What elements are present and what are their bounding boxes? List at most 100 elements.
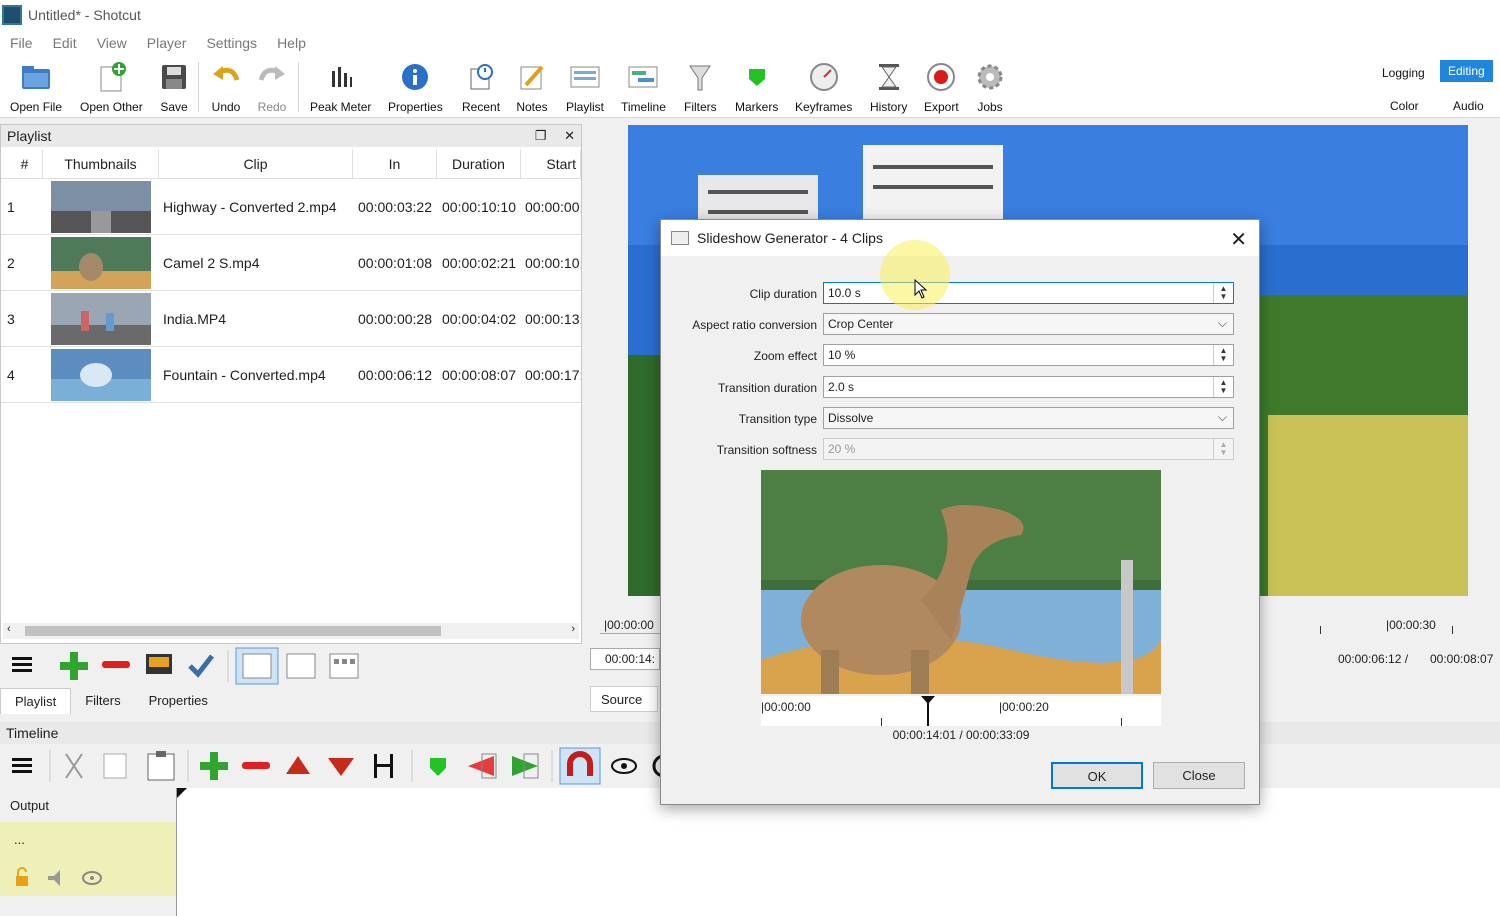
undo-button[interactable]: Undo xyxy=(210,60,242,114)
menu-settings[interactable]: Settings xyxy=(196,35,267,51)
markers-button[interactable]: Markers xyxy=(735,60,778,114)
tab-filters[interactable]: Filters xyxy=(71,688,134,714)
float-panel-icon[interactable]: ❐ xyxy=(535,128,547,143)
split-icon[interactable] xyxy=(374,754,393,778)
lift-icon[interactable] xyxy=(286,756,310,774)
remove-icon[interactable] xyxy=(102,661,130,668)
next-marker-icon[interactable] xyxy=(512,753,539,779)
redo-button[interactable]: Redo xyxy=(256,60,288,114)
player-ruler-left[interactable]: |00:00:00 xyxy=(600,608,660,634)
playlist-horizontal-scrollbar[interactable]: ‹ › xyxy=(3,623,579,639)
transition-softness-label: Transition softness xyxy=(716,443,817,457)
preview-playhead-icon[interactable] xyxy=(921,696,935,726)
open-other-button[interactable]: Open Other xyxy=(80,60,143,114)
close-button[interactable]: Close xyxy=(1153,762,1245,789)
playhead-icon[interactable] xyxy=(177,788,197,808)
menu-icon[interactable] xyxy=(12,657,32,672)
list-view-icon[interactable] xyxy=(286,653,316,679)
scroll-left-icon[interactable]: ‹ xyxy=(7,623,11,635)
detail-view-icon[interactable] xyxy=(235,647,279,685)
hide-eye-icon[interactable] xyxy=(82,871,102,885)
notes-button[interactable]: Notes xyxy=(516,60,548,114)
layout-audio[interactable]: Audio xyxy=(1453,99,1484,113)
menu-player[interactable]: Player xyxy=(137,35,197,51)
cut-icon[interactable] xyxy=(65,753,83,779)
transition-duration-spinbox[interactable]: 2.0 s ▲ ▼ xyxy=(823,376,1234,398)
spinner-arrows-icon[interactable]: ▲ ▼ xyxy=(1213,377,1233,397)
column-header-thumbnails[interactable]: Thumbnails xyxy=(43,149,159,178)
column-header-clip[interactable]: Clip xyxy=(159,149,353,178)
layout-color[interactable]: Color xyxy=(1390,99,1419,113)
add-icon[interactable] xyxy=(60,652,88,680)
snap-magnet-icon[interactable] xyxy=(559,747,601,785)
tab-properties[interactable]: Properties xyxy=(135,688,222,714)
aspect-ratio-dropdown[interactable]: Crop Center ⌵ xyxy=(823,313,1234,335)
menu-edit[interactable]: Edit xyxy=(43,35,87,51)
timeline-tracks-area[interactable] xyxy=(176,788,1500,916)
dialog-window-icon xyxy=(671,231,689,245)
peak-meter-button[interactable]: Peak Meter xyxy=(310,60,371,114)
spinner-arrows-icon[interactable]: ▲ ▼ xyxy=(1213,283,1233,303)
keyframes-button[interactable]: Keyframes xyxy=(795,60,852,114)
timeline-menu-icon[interactable] xyxy=(12,758,32,773)
close-icon[interactable]: ✕ xyxy=(1230,227,1247,252)
table-row[interactable]: 3 India.MP4 00:00:00:28 00:00:04:02 00:0… xyxy=(1,291,581,347)
update-thumbnail-icon[interactable] xyxy=(146,654,172,674)
scrub-eye-icon[interactable] xyxy=(611,758,637,774)
playlist-button[interactable]: Playlist xyxy=(566,60,604,114)
grid-view-icon[interactable] xyxy=(329,653,359,679)
track-menu[interactable]: ... xyxy=(14,832,25,847)
zoom-effect-spinbox[interactable]: 10 % ▲ ▼ xyxy=(823,344,1234,366)
table-row[interactable]: 4 Fountain - Converted.mp4 00:00:06:12 0… xyxy=(1,347,581,403)
ripple-delete-icon[interactable] xyxy=(242,762,270,769)
layout-logging[interactable]: Logging xyxy=(1382,66,1425,80)
save-button[interactable]: Save xyxy=(158,60,190,114)
filters-button[interactable]: Filters xyxy=(684,60,717,114)
paste-icon[interactable] xyxy=(147,751,175,781)
player-ruler-right[interactable]: |00:00:30 xyxy=(1260,608,1500,634)
preview-ruler[interactable]: |00:00:00 |00:00:20 xyxy=(761,696,1161,726)
transition-type-dropdown[interactable]: Dissolve ⌵ xyxy=(823,407,1234,429)
jobs-button[interactable]: Jobs xyxy=(974,60,1006,114)
overwrite-icon[interactable] xyxy=(328,758,354,776)
tab-playlist[interactable]: Playlist xyxy=(0,688,72,714)
table-row[interactable]: 1 Highway - Converted 2.mp4 00:00:03:22 … xyxy=(1,179,581,235)
previous-marker-icon[interactable] xyxy=(468,753,497,779)
transition-type-label: Transition type xyxy=(738,412,817,426)
checkmark-icon[interactable] xyxy=(188,654,214,678)
timeline-button[interactable]: Timeline xyxy=(621,60,666,114)
spinner-arrows-icon[interactable]: ▲ ▼ xyxy=(1213,439,1233,459)
lock-icon[interactable] xyxy=(16,867,28,886)
menu-help[interactable]: Help xyxy=(267,35,316,51)
copy-icon[interactable] xyxy=(103,753,127,779)
mute-speaker-icon[interactable] xyxy=(48,870,60,886)
export-button[interactable]: Export xyxy=(924,60,959,114)
menu-bar: File Edit View Player Settings Help xyxy=(0,30,1500,56)
tab-source[interactable]: Source xyxy=(590,686,658,712)
open-file-button[interactable]: Open File xyxy=(10,60,62,114)
column-header-number[interactable]: # xyxy=(1,149,43,178)
spinner-arrows-icon[interactable]: ▲ ▼ xyxy=(1213,345,1233,365)
properties-button[interactable]: Properties xyxy=(388,60,443,114)
ok-button[interactable]: OK xyxy=(1051,762,1143,789)
scrollbar-thumb[interactable] xyxy=(25,626,441,636)
menu-view[interactable]: View xyxy=(87,35,137,51)
dialog-title: Slideshow Generator - 4 Clips xyxy=(697,230,883,246)
history-button[interactable]: History xyxy=(870,60,907,114)
recent-button[interactable]: Recent xyxy=(462,60,500,114)
column-header-duration[interactable]: Duration xyxy=(437,149,521,178)
table-row[interactable]: 2 Camel 2 S.mp4 00:00:01:08 00:00:02:21 … xyxy=(1,235,581,291)
player-position-timecode[interactable]: 00:00:14: xyxy=(590,648,660,670)
column-header-in[interactable]: In xyxy=(353,149,437,178)
track-header[interactable]: ... xyxy=(0,822,176,896)
append-icon[interactable] xyxy=(200,752,228,780)
layout-editing[interactable]: Editing xyxy=(1440,60,1493,82)
transition-softness-spinbox[interactable]: 20 % ▲ ▼ xyxy=(823,438,1234,460)
close-panel-icon[interactable]: ✕ xyxy=(564,128,575,143)
menu-file[interactable]: File xyxy=(0,35,43,51)
timeline-icon xyxy=(627,60,659,94)
column-header-start[interactable]: Start xyxy=(521,149,581,178)
add-marker-icon[interactable] xyxy=(430,758,446,776)
scroll-right-icon[interactable]: › xyxy=(571,623,575,635)
timeline-toolbar xyxy=(0,746,700,786)
